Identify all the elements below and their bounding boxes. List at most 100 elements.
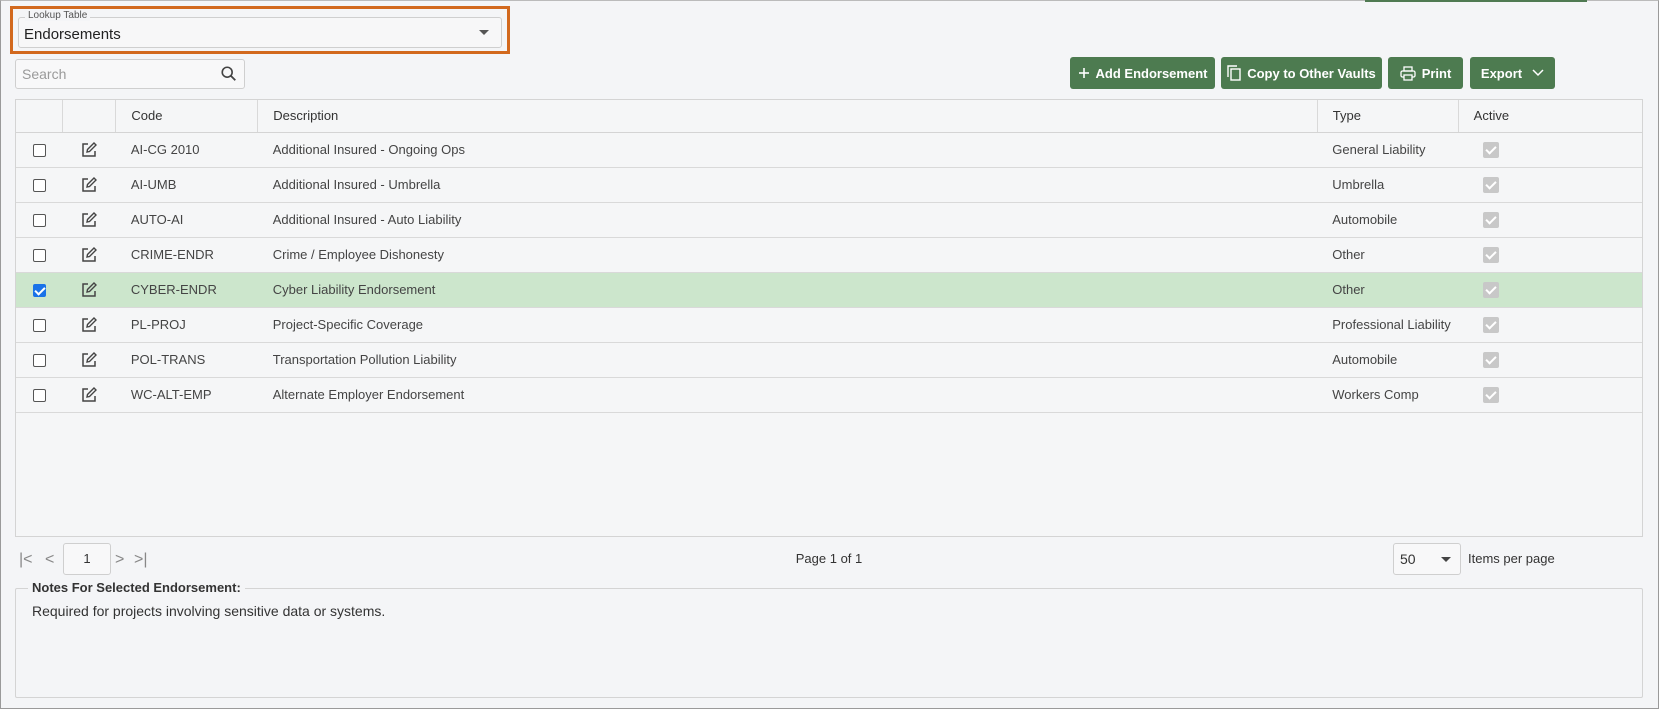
edit-icon[interactable] (80, 351, 98, 369)
row-select-checkbox[interactable] (32, 179, 46, 193)
copy-icon (1227, 65, 1241, 81)
notes-title: Notes For Selected Endorsement: (28, 580, 245, 595)
print-button[interactable]: Print (1388, 57, 1463, 89)
chevron-down-icon (1532, 69, 1544, 77)
row-select-cell (16, 237, 63, 273)
add-endorsement-label: Add Endorsement (1095, 65, 1208, 81)
print-label: Print (1421, 65, 1452, 81)
endorsements-table: Code Description Type Active AI-CG 2010 A… (16, 100, 1642, 413)
active-checkbox (1483, 386, 1500, 403)
row-select-checkbox[interactable] (32, 389, 46, 403)
add-endorsement-button[interactable]: Add Endorsement (1070, 57, 1215, 89)
header-code[interactable]: Code (115, 100, 259, 133)
lookup-table-select[interactable]: Lookup Table Endorsements (18, 10, 502, 48)
table-header-row: Code Description Type Active (16, 100, 1642, 133)
row-select-cell (16, 377, 63, 413)
notes-text: Required for projects involving sensitiv… (32, 603, 386, 619)
type-cell: Umbrella (1317, 167, 1459, 203)
code-cell: CRIME-ENDR (115, 237, 258, 273)
row-edit-cell (62, 237, 116, 273)
row-edit-cell (62, 132, 116, 168)
header-active[interactable]: Active (1458, 100, 1642, 133)
lookup-table-highlight: Lookup Table Endorsements (10, 6, 510, 54)
active-cell (1458, 132, 1642, 168)
top-accent-strip (1365, 0, 1587, 2)
plus-icon (1078, 68, 1089, 78)
edit-icon[interactable] (80, 386, 98, 404)
table-body: AI-CG 2010 Additional Insured - Ongoing O… (16, 132, 1642, 413)
header-description[interactable]: Description (257, 100, 1318, 133)
active-cell (1458, 237, 1642, 273)
printer-icon (1400, 65, 1416, 81)
active-cell (1458, 167, 1642, 203)
description-cell: Alternate Employer Endorsement (257, 377, 1318, 413)
code-cell: PL-PROJ (115, 307, 258, 343)
active-cell (1458, 307, 1642, 343)
description-cell: Additional Insured - Umbrella (257, 167, 1318, 203)
description-cell: Crime / Employee Dishonesty (257, 237, 1318, 273)
row-select-checkbox[interactable] (32, 214, 46, 228)
description-cell: Additional Insured - Auto Liability (257, 202, 1318, 238)
table-row[interactable]: AUTO-AI Additional Insured - Auto Liabili… (16, 202, 1642, 238)
edit-icon[interactable] (80, 316, 98, 334)
table-row[interactable]: CRIME-ENDR Crime / Employee Dishonesty Oth… (16, 237, 1642, 273)
table-row[interactable]: POL-TRANS Transportation Pollution Liabil… (16, 342, 1642, 378)
row-select-checkbox[interactable] (32, 354, 46, 368)
search-box (15, 59, 245, 89)
table-row[interactable]: AI-CG 2010 Additional Insured - Ongoing O… (16, 132, 1642, 168)
type-cell: Automobile (1317, 202, 1459, 238)
active-checkbox (1483, 316, 1500, 333)
code-cell: WC-ALT-EMP (115, 377, 258, 413)
items-per-page-value: 50 (1400, 551, 1416, 567)
type-cell: Other (1317, 272, 1459, 308)
row-edit-cell (62, 377, 116, 413)
row-edit-cell (62, 202, 116, 238)
header-type[interactable]: Type (1317, 100, 1459, 133)
edit-icon[interactable] (80, 246, 98, 264)
row-select-cell (16, 307, 63, 343)
code-cell: AUTO-AI (115, 202, 258, 238)
row-edit-cell (62, 167, 116, 203)
row-select-checkbox[interactable] (32, 249, 46, 263)
lookup-table-label: Lookup Table (25, 10, 91, 21)
search-icon[interactable] (220, 65, 238, 83)
edit-icon[interactable] (80, 281, 98, 299)
table-row[interactable]: CYBER-ENDR Cyber Liability Endorsement Oth… (16, 272, 1642, 308)
active-cell (1458, 377, 1642, 413)
active-checkbox (1483, 246, 1500, 263)
copy-to-other-vaults-label: Copy to Other Vaults (1247, 65, 1376, 81)
type-cell: General Liability (1317, 132, 1459, 168)
search-input[interactable] (16, 60, 206, 88)
row-select-cell (16, 167, 63, 203)
type-cell: Automobile (1317, 342, 1459, 378)
row-select-checkbox[interactable] (32, 284, 46, 298)
code-cell: AI-UMB (115, 167, 258, 203)
row-select-cell (16, 202, 63, 238)
description-cell: Cyber Liability Endorsement (257, 272, 1318, 308)
row-select-checkbox[interactable] (32, 319, 46, 333)
copy-to-other-vaults-button[interactable]: Copy to Other Vaults (1221, 57, 1382, 89)
export-button[interactable]: Export (1470, 57, 1555, 89)
edit-icon[interactable] (80, 141, 98, 159)
dropdown-caret-icon (1441, 557, 1451, 562)
code-cell: CYBER-ENDR (115, 272, 258, 308)
notes-panel: Notes For Selected Endorsement: Required… (15, 580, 1643, 698)
row-select-checkbox[interactable] (32, 144, 46, 158)
code-cell: POL-TRANS (115, 342, 258, 378)
table-row[interactable]: WC-ALT-EMP Alternate Employer Endorsement… (16, 377, 1642, 413)
row-edit-cell (62, 272, 116, 308)
edit-icon[interactable] (80, 176, 98, 194)
description-cell: Additional Insured - Ongoing Ops (257, 132, 1318, 168)
edit-icon[interactable] (80, 211, 98, 229)
items-per-page-label: Items per page (1468, 551, 1555, 566)
dropdown-caret-icon[interactable] (479, 30, 489, 35)
active-cell (1458, 202, 1642, 238)
endorsements-grid: Code Description Type Active AI-CG 2010 A… (15, 99, 1643, 537)
row-select-cell (16, 342, 63, 378)
table-row[interactable]: PL-PROJ Project-Specific Coverage Professi… (16, 307, 1642, 343)
description-cell: Project-Specific Coverage (257, 307, 1318, 343)
table-row[interactable]: AI-UMB Additional Insured - Umbrella Umbre… (16, 167, 1642, 203)
items-per-page-select[interactable]: 50 (1393, 543, 1461, 575)
export-label: Export (1480, 65, 1523, 81)
active-checkbox (1483, 176, 1500, 193)
